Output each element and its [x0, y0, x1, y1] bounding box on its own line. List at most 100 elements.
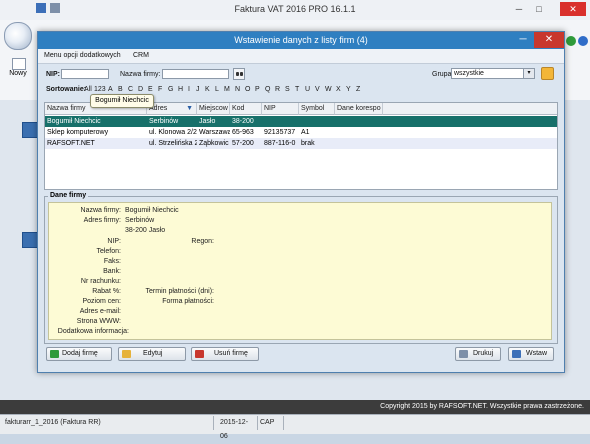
sort-letter-x[interactable]: X	[336, 86, 341, 93]
sort-letter-l[interactable]: L	[215, 86, 219, 93]
status-date: 2015-12-06	[217, 416, 258, 440]
new-document-icon	[12, 58, 26, 70]
table-row[interactable]: Sklep komputerowy ul. Klonowa 2/2 Warsza…	[45, 127, 557, 138]
company-name-label: Nazwa firmy:	[120, 71, 161, 78]
column-header-correspondence[interactable]: Dane korespo	[335, 103, 383, 115]
cell-symbol: A1	[301, 129, 310, 136]
sort-letter-z[interactable]: Z	[356, 86, 360, 93]
column-header-address[interactable]: Adres ▼	[147, 103, 197, 115]
detail-label-regon: Regon:	[191, 238, 214, 245]
sort-letter-v[interactable]: V	[315, 86, 320, 93]
menu-additional-options[interactable]: Menu opcji dodatkowych	[44, 52, 121, 59]
document-icon[interactable]	[22, 122, 38, 138]
sort-letter-a[interactable]: A	[108, 86, 113, 93]
print-icon	[459, 350, 468, 358]
sort-letter-s[interactable]: S	[285, 86, 290, 93]
row-tooltip: Bogumił Niechcic	[90, 94, 154, 108]
column-header-postcode[interactable]: Kod	[230, 103, 262, 115]
edit-icon	[122, 350, 131, 358]
app-logo-icon[interactable]	[4, 22, 32, 50]
cell-correspondence	[335, 138, 383, 149]
cell-name: Sklep komputerowy	[47, 129, 109, 136]
sort-letter-all[interactable]: All	[84, 86, 92, 93]
save-icon[interactable]	[36, 3, 46, 13]
app-title: Faktura VAT 2016 PRO 16.1.1	[234, 4, 356, 14]
detail-label-phone: Telefon:	[96, 248, 121, 255]
new-document-button[interactable]: Nowy	[4, 58, 32, 94]
sort-letter-b[interactable]: B	[118, 86, 123, 93]
company-grid[interactable]: Nazwa firmy Adres ▼ Miejscow Kod NIP Sym…	[44, 102, 558, 190]
sort-letter-i[interactable]: I	[188, 86, 190, 93]
sort-letter-q[interactable]: Q	[265, 86, 270, 93]
nip-label: NIP:	[46, 71, 60, 78]
sort-letter-123[interactable]: 123	[94, 86, 106, 93]
menu-crm[interactable]: CRM	[133, 52, 149, 59]
add-company-button[interactable]: Dodaj firmę	[46, 347, 112, 361]
edit-company-label: Edytuj	[143, 350, 163, 357]
sort-letter-o[interactable]: O	[245, 86, 250, 93]
company-name-search-input[interactable]	[162, 69, 229, 79]
group-settings-icon[interactable]	[541, 67, 554, 80]
sort-letter-h[interactable]: H	[178, 86, 183, 93]
sort-letter-w[interactable]: W	[325, 86, 332, 93]
detail-label-address: Adres firmy:	[83, 217, 121, 224]
cell-postcode: 38-200	[232, 118, 254, 125]
sort-letter-y[interactable]: Y	[346, 86, 351, 93]
detail-label-email: Adres e-mail:	[79, 308, 121, 315]
dialog-minimize-button[interactable]: ─	[512, 32, 534, 48]
copyright-text: Copyright 2015 by RAFSOFT.NET. Wszystkie…	[380, 403, 584, 410]
sort-letter-j[interactable]: J	[196, 86, 200, 93]
cell-symbol: brak	[301, 140, 315, 147]
sort-letter-e[interactable]: E	[148, 86, 153, 93]
print-button[interactable]: Drukuj	[455, 347, 501, 361]
group-select[interactable]: wszystkie ▾	[451, 68, 535, 79]
sort-letter-r[interactable]: R	[275, 86, 280, 93]
app-minimize-button[interactable]: ─	[510, 2, 528, 16]
column-header-city[interactable]: Miejscow	[197, 103, 230, 115]
delete-company-button[interactable]: Usuń firmę	[191, 347, 259, 361]
document-icon[interactable]	[22, 232, 38, 248]
sort-letter-p[interactable]: P	[255, 86, 260, 93]
column-header-symbol[interactable]: Symbol	[299, 103, 335, 115]
sort-letter-f[interactable]: F	[158, 86, 162, 93]
sort-letter-m[interactable]: M	[224, 86, 230, 93]
cell-city: Jasło	[199, 118, 216, 125]
cell-name: RAFSOFT.NET	[47, 140, 95, 147]
table-row[interactable]: RAFSOFT.NET ul. Strzelińska 2 Ząbkowic 5…	[45, 138, 557, 149]
cell-city: Warszawa	[199, 129, 230, 136]
help-icon[interactable]	[578, 36, 588, 46]
app-close-button[interactable]: ✕	[560, 2, 586, 16]
binoculars-search-icon[interactable]	[233, 68, 245, 80]
company-details-title: Dane firmy	[48, 192, 89, 199]
sort-label: Sortowanie:	[46, 86, 87, 93]
cell-postcode: 57-200	[232, 140, 254, 147]
add-company-icon	[50, 350, 59, 358]
cell-nip: 92135737	[264, 129, 296, 136]
insert-button[interactable]: Wstaw	[508, 347, 554, 361]
column-header-filler	[383, 103, 557, 115]
cell-nip	[262, 116, 299, 127]
online-icon[interactable]	[566, 36, 576, 46]
sort-letter-n[interactable]: N	[235, 86, 240, 93]
print-icon[interactable]	[50, 3, 60, 13]
sort-letter-g[interactable]: G	[168, 86, 173, 93]
company-list-dialog: Wstawienie danych z listy firm (4) ─ ✕ M…	[37, 31, 565, 373]
dialog-title: Wstawienie danych z listy firm (4)	[234, 35, 368, 45]
sort-letter-d[interactable]: D	[138, 86, 143, 93]
new-document-label: Nowy	[9, 70, 27, 77]
nip-search-input[interactable]	[61, 69, 109, 79]
sort-letter-t[interactable]: T	[295, 86, 299, 93]
chevron-down-icon[interactable]: ▾	[523, 69, 534, 78]
edit-company-button[interactable]: Edytuj	[118, 347, 186, 361]
sort-letter-k[interactable]: K	[205, 86, 210, 93]
sort-letter-c[interactable]: C	[128, 86, 133, 93]
cell-address: ul. Strzelińska 2	[149, 140, 197, 147]
status-caps: CAP	[257, 416, 284, 430]
column-header-nip[interactable]: NIP	[262, 103, 299, 115]
cell-city: Ząbkowic	[199, 140, 229, 147]
dialog-close-button[interactable]: ✕	[534, 32, 564, 48]
table-row[interactable]: Bogumił Niechcic Serbinów Jasło 38-200	[45, 116, 557, 127]
detail-label-bank: Bank:	[103, 268, 121, 275]
sort-letter-u[interactable]: U	[305, 86, 310, 93]
app-maximize-button[interactable]: □	[530, 2, 548, 16]
